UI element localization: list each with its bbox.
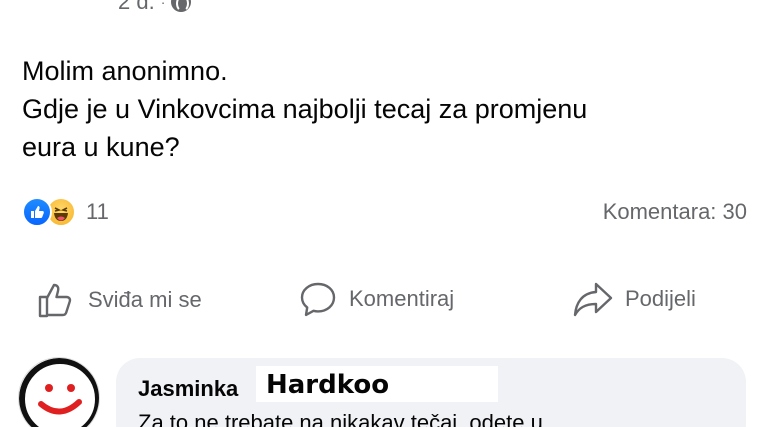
author-name-overlay: Hardkoo: [256, 366, 498, 402]
comment-count[interactable]: Komentara: 30: [603, 199, 747, 225]
post-text-line: eura u kune?: [22, 132, 180, 162]
reactions-summary: 11 Komentara: 30: [22, 195, 747, 229]
post-timestamp[interactable]: 2 d.: [118, 0, 155, 15]
reaction-icons[interactable]: [22, 197, 76, 227]
comment-button[interactable]: Komentiraj: [299, 280, 454, 318]
avatar[interactable]: [18, 357, 100, 427]
post-actions: Sviđa mi se Komentiraj Podijeli: [0, 272, 760, 328]
author-overlay-text: Hardkoo: [266, 370, 390, 400]
share-button[interactable]: Podijeli: [573, 280, 696, 318]
globe-icon[interactable]: [171, 0, 192, 12]
like-button[interactable]: Sviđa mi se: [36, 280, 202, 320]
comment-item: Jasminka Hardkoo Za to ne trebate na nik…: [0, 355, 760, 427]
like-label: Sviđa mi se: [88, 287, 202, 312]
meta-separator: ·: [160, 0, 166, 10]
comment-author[interactable]: Jasminka: [138, 376, 238, 402]
thumbs-up-icon: [38, 283, 72, 318]
like-icon: [22, 197, 52, 227]
post-text-line: Gdje je u Vinkovcima najbolji tecaj za p…: [22, 94, 588, 124]
comment-icon: [300, 282, 336, 317]
comment-text: Za to ne trebate na nikakav tečaj, odete…: [138, 410, 543, 427]
comment-label: Komentiraj: [349, 286, 455, 311]
share-label: Podijeli: [625, 286, 696, 311]
comment-bubble: Jasminka Hardkoo Za to ne trebate na nik…: [116, 358, 746, 427]
post-body: Molim anonimno. Gdje je u Vinkovcima naj…: [22, 52, 722, 166]
post-meta: 2 d. ·: [118, 0, 192, 15]
post-text-line: Molim anonimno.: [22, 56, 228, 86]
share-icon: [573, 282, 613, 317]
smiley-avatar-icon: [19, 358, 99, 427]
reaction-count[interactable]: 11: [86, 199, 109, 225]
